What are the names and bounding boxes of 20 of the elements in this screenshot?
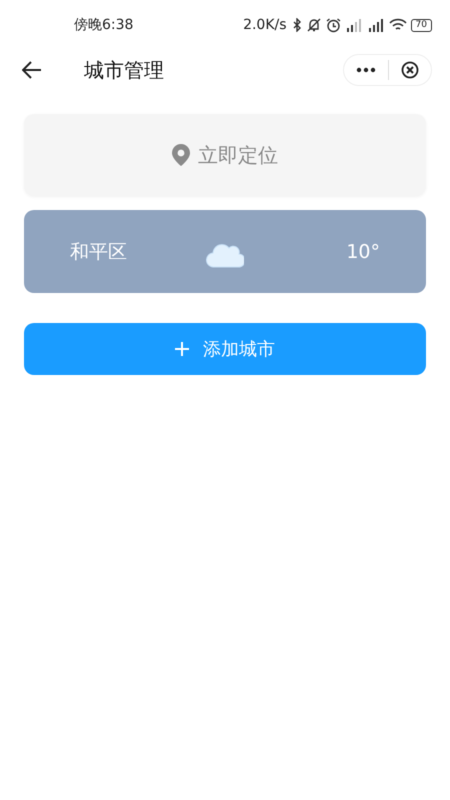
muted-bell-icon	[306, 18, 322, 32]
back-icon[interactable]	[22, 61, 42, 79]
location-pin-icon	[172, 144, 190, 166]
plus-icon	[175, 342, 189, 356]
network-speed: 2.0K/s	[243, 17, 287, 33]
alarm-icon	[326, 18, 341, 32]
wifi-icon	[388, 18, 407, 32]
page-title: 城市管理	[84, 56, 165, 84]
close-icon[interactable]	[401, 61, 419, 79]
locate-button[interactable]: 立即定位	[24, 114, 426, 196]
signal-icon	[344, 18, 363, 32]
add-city-button[interactable]: 添加城市	[24, 323, 426, 375]
more-icon[interactable]	[356, 67, 376, 73]
bluetooth-icon	[292, 18, 302, 32]
signal-icon	[366, 18, 385, 32]
city-temperature: 10°	[346, 240, 380, 262]
battery-indicator: 70	[410, 18, 432, 32]
city-card[interactable]: 和平区 10°	[24, 210, 426, 293]
city-name: 和平区	[70, 240, 128, 264]
status-time: 傍晚6:38	[74, 16, 134, 34]
